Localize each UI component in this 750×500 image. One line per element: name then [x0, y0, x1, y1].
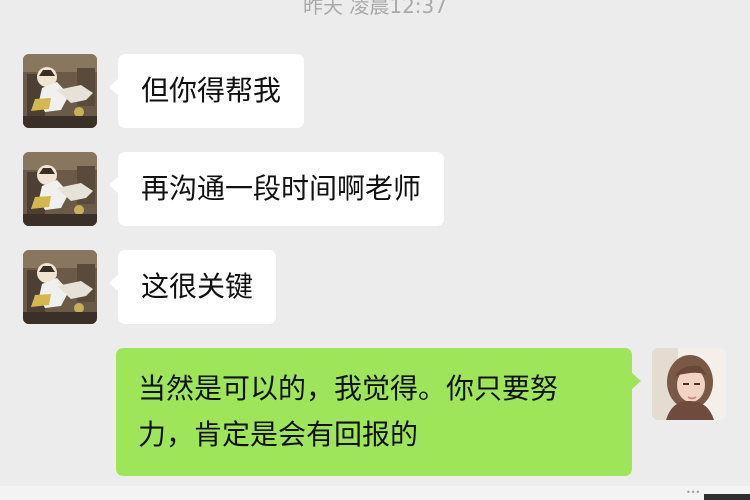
message-text: 但你得帮我: [141, 74, 282, 107]
chat-timestamp: 昨天 凌晨12:37: [303, 0, 447, 18]
message-row: 再沟通一段时间啊老师: [0, 152, 750, 226]
bottom-strip: [0, 486, 750, 500]
watermark-badge: [704, 494, 750, 500]
cartoon-avatar-icon: [23, 250, 97, 324]
message-text: 当然是可以的，我觉得。你只要努力，肯定是会有回报的: [138, 372, 559, 451]
avatar[interactable]: [23, 54, 97, 128]
message-bubble[interactable]: 但你得帮我: [108, 54, 305, 128]
avatar[interactable]: [23, 152, 97, 226]
message-row: 这很关键: [0, 250, 750, 324]
photo-avatar-icon: [652, 348, 726, 420]
message-row: 但你得帮我: [0, 54, 750, 128]
cartoon-avatar-icon: [23, 152, 97, 226]
more-icon: •••: [686, 488, 701, 497]
message-text: 这很关键: [141, 270, 254, 303]
message-bubble[interactable]: 这很关键: [108, 250, 277, 324]
message-row: 当然是可以的，我觉得。你只要努力，肯定是会有回报的: [0, 348, 750, 476]
message-bubble[interactable]: 再沟通一段时间啊老师: [108, 152, 445, 226]
avatar[interactable]: [23, 250, 97, 324]
cartoon-avatar-icon: [23, 54, 97, 128]
avatar[interactable]: [652, 348, 726, 420]
message-bubble[interactable]: 当然是可以的，我觉得。你只要努力，肯定是会有回报的: [116, 348, 641, 476]
message-text: 再沟通一段时间啊老师: [141, 172, 422, 205]
